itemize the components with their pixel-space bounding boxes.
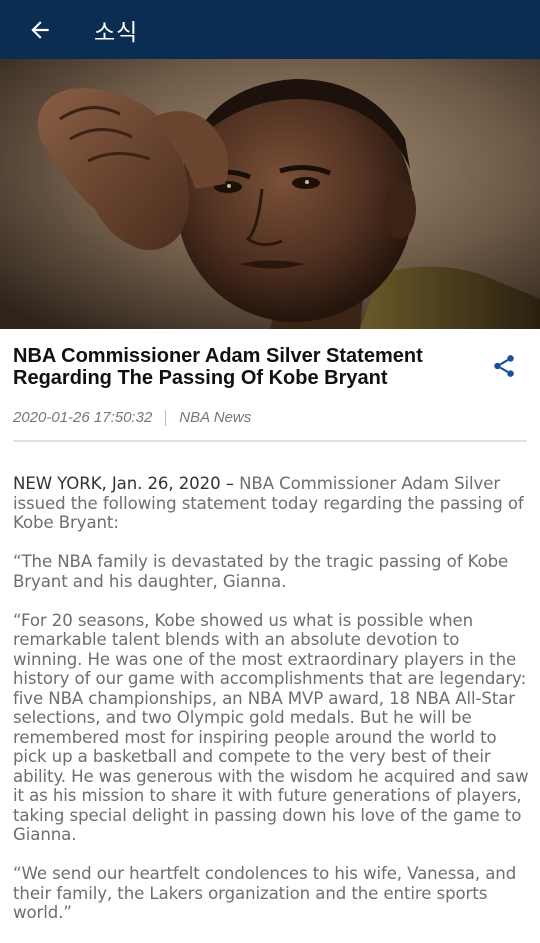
meta-divider: [165, 409, 167, 426]
back-button[interactable]: [12, 7, 68, 53]
body-paragraph: “For 20 seasons, Kobe showed us what is …: [13, 610, 529, 845]
article-meta: 2020-01-26 17:50:32 NBA News: [13, 409, 527, 426]
share-icon: [494, 355, 514, 377]
body-paragraph: “The NBA family is devastated by the tra…: [13, 552, 509, 591]
portrait-photo: [0, 59, 540, 329]
article-source: NBA News: [179, 409, 252, 426]
page-title: 소식: [94, 19, 139, 46]
lead-paragraph: NEW YORK, Jan. 26, 2020 – NBA Commission…: [13, 474, 529, 533]
app-bar: 소식: [0, 0, 540, 59]
hero-image: [0, 59, 540, 329]
arrow-left-icon: [31, 20, 49, 39]
body-paragraph: “We send our heartfelt condolences to hi…: [13, 864, 517, 922]
article-body: NEW YORK, Jan. 26, 2020 – NBA Commission…: [13, 474, 529, 942]
article-headline: NBA Commissioner Adam Silver Statement R…: [13, 345, 423, 389]
article-timestamp: 2020-01-26 17:50:32: [13, 409, 153, 426]
article-header: NBA Commissioner Adam Silver Statement R…: [13, 345, 527, 426]
header-divider: [13, 440, 527, 442]
share-button[interactable]: [489, 351, 519, 381]
dateline: NEW YORK, Jan. 26, 2020 –: [13, 474, 234, 493]
